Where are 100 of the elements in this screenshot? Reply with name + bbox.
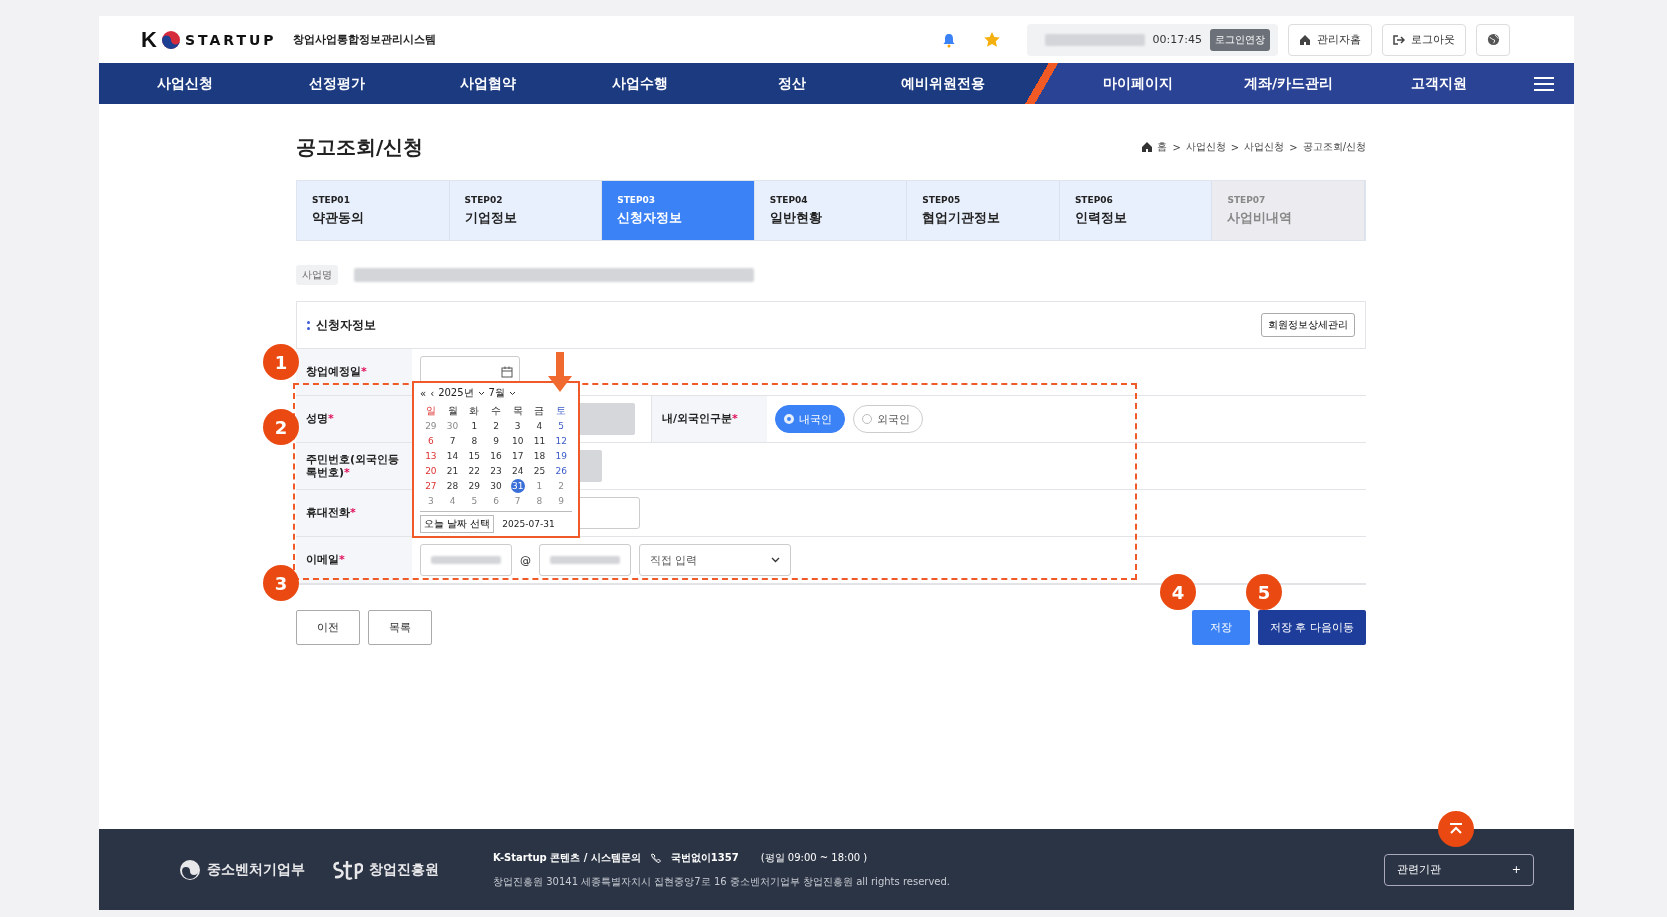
calendar-day[interactable]: 5 (463, 494, 486, 508)
session-timer: 00:17:45 (1152, 33, 1202, 46)
nav-item[interactable]: 사업수행 (564, 63, 716, 104)
star-icon[interactable] (982, 30, 1001, 49)
radio-option[interactable]: 외국인 (853, 405, 923, 433)
calendar-day[interactable]: 9 (485, 434, 507, 448)
calendar-day[interactable]: 16 (485, 449, 507, 463)
logo[interactable]: K STARTUP (141, 26, 277, 53)
calendar-day[interactable]: 11 (528, 434, 551, 448)
step-tab[interactable]: STEP04 일반현황 (754, 181, 908, 240)
nav-item[interactable]: 예비위원전용 (867, 63, 1020, 104)
calendar-day[interactable]: 9 (550, 494, 572, 508)
nav-item[interactable]: 사업신청 (109, 63, 261, 104)
weekday-label: 금 (533, 404, 546, 418)
calendar-day[interactable]: 17 (506, 449, 529, 463)
year-select[interactable]: 2025년 (438, 386, 474, 400)
calendar-day[interactable]: 8 (528, 494, 551, 508)
logout-button[interactable]: 로그아웃 (1382, 23, 1466, 56)
calendar-day[interactable]: 18 (528, 449, 551, 463)
globe-button[interactable] (1476, 23, 1510, 56)
calendar-day[interactable]: 25 (528, 464, 551, 478)
weekday-label: 일 (424, 404, 437, 418)
nav-item[interactable]: 고객지원 (1363, 74, 1514, 93)
nav-item[interactable]: 선정평가 (260, 63, 413, 104)
calendar-day[interactable]: 15 (463, 449, 486, 463)
business-name-label: 사업명 (296, 265, 338, 285)
nav-item[interactable]: 사업협약 (412, 63, 564, 104)
save-next-button[interactable]: 저장 후 다음이동 (1258, 610, 1366, 645)
at-sign: @ (520, 553, 531, 567)
prev-month-button[interactable]: ‹ (430, 387, 435, 399)
nav-item[interactable]: 마이페이지 (1063, 74, 1214, 93)
calendar-day[interactable]: 22 (463, 464, 486, 478)
caret-icon[interactable] (477, 390, 485, 396)
nav-item[interactable]: 정산 (715, 63, 868, 104)
calendar-day[interactable]: 27 (420, 479, 442, 493)
field-label: 이메일* (306, 553, 345, 567)
calendar-day[interactable]: 13 (420, 449, 442, 463)
calendar-day[interactable]: 7 (441, 434, 464, 448)
month-select[interactable]: 7월 (488, 386, 505, 400)
nav-item[interactable]: 계좌/카드관리 (1213, 74, 1364, 93)
scroll-top-button[interactable] (1438, 811, 1474, 847)
caret-icon[interactable] (508, 390, 516, 396)
calendar-day[interactable]: 6 (420, 434, 442, 448)
breadcrumb-item[interactable]: 사업신청 (1244, 140, 1285, 154)
bullet-icon (307, 320, 310, 330)
weekday-label: 화 (468, 404, 481, 418)
calendar-day[interactable]: 29 (420, 419, 442, 433)
breadcrumb-item[interactable]: 사업신청 (1185, 140, 1226, 154)
step-tab[interactable]: STEP06 인력정보 (1059, 181, 1213, 240)
calendar-day[interactable]: 4 (441, 494, 464, 508)
blurred-text (431, 556, 501, 564)
calendar-icon[interactable] (501, 366, 513, 378)
calendar-day[interactable]: 23 (485, 464, 507, 478)
calendar-day[interactable]: 3 (420, 494, 442, 508)
domain-field[interactable] (539, 544, 631, 576)
calendar-day[interactable]: 31 (510, 479, 525, 493)
nav-button[interactable]: 이전 (296, 610, 360, 645)
calendar-day[interactable]: 12 (550, 434, 572, 448)
domain-select[interactable]: 직접 입력 (639, 544, 791, 576)
save-button[interactable]: 저장 (1192, 610, 1250, 645)
calendar-day[interactable]: 3 (506, 419, 529, 433)
today-button[interactable]: 오늘 날짜 선택 (420, 515, 495, 533)
member-info-button[interactable]: 회원정보상세관리 (1261, 313, 1355, 337)
calendar-day[interactable]: 8 (463, 434, 486, 448)
step-tab[interactable]: STEP05 협업기관정보 (907, 181, 1060, 240)
calendar-day[interactable]: 2 (550, 479, 572, 493)
arrow-up-icon (1449, 823, 1463, 835)
step-tab[interactable]: STEP01 약관동의 (297, 181, 450, 240)
breadcrumb-item[interactable]: 홈 (1157, 140, 1168, 154)
radio-option[interactable]: 내국인 (775, 405, 845, 433)
calendar-day[interactable]: 6 (485, 494, 507, 508)
related-sites-select[interactable]: 관련기관 + (1384, 853, 1534, 886)
calendar-day[interactable]: 7 (506, 494, 529, 508)
calendar-day[interactable]: 2 (485, 419, 507, 433)
calendar-day[interactable]: 21 (441, 464, 464, 478)
nav-button[interactable]: 목록 (368, 610, 432, 645)
step-tab[interactable]: STEP03 신청자정보 (602, 181, 755, 240)
step-tab[interactable]: STEP02 기업정보 (449, 181, 603, 240)
menu-icon[interactable] (1534, 76, 1554, 91)
calendar-day[interactable]: 1 (528, 479, 551, 493)
calendar-day[interactable]: 4 (528, 419, 551, 433)
calendar-day[interactable]: 19 (550, 449, 572, 463)
calendar-day[interactable]: 24 (506, 464, 529, 478)
calendar-day[interactable]: 20 (420, 464, 442, 478)
calendar-day[interactable]: 1 (463, 419, 486, 433)
calendar-day[interactable]: 14 (441, 449, 464, 463)
calendar-day[interactable]: 10 (506, 434, 529, 448)
calendar-day[interactable]: 26 (550, 464, 572, 478)
calendar-day[interactable]: 29 (463, 479, 486, 493)
extend-login-button[interactable]: 로그인연장 (1210, 28, 1270, 51)
prev-year-button[interactable]: « (420, 387, 427, 399)
breadcrumb-item[interactable]: 공고조회/신청 (1302, 140, 1366, 154)
admin-home-button[interactable]: 관리자홈 (1288, 23, 1372, 56)
email-field[interactable] (420, 544, 512, 576)
calendar-day[interactable]: 30 (441, 419, 464, 433)
field-label: 성명* (306, 412, 334, 426)
calendar-day[interactable]: 28 (441, 479, 464, 493)
calendar-day[interactable]: 5 (550, 419, 572, 433)
service-hours: (평일 09:00 ~ 18:00 ) (760, 850, 868, 865)
calendar-day[interactable]: 30 (485, 479, 507, 493)
